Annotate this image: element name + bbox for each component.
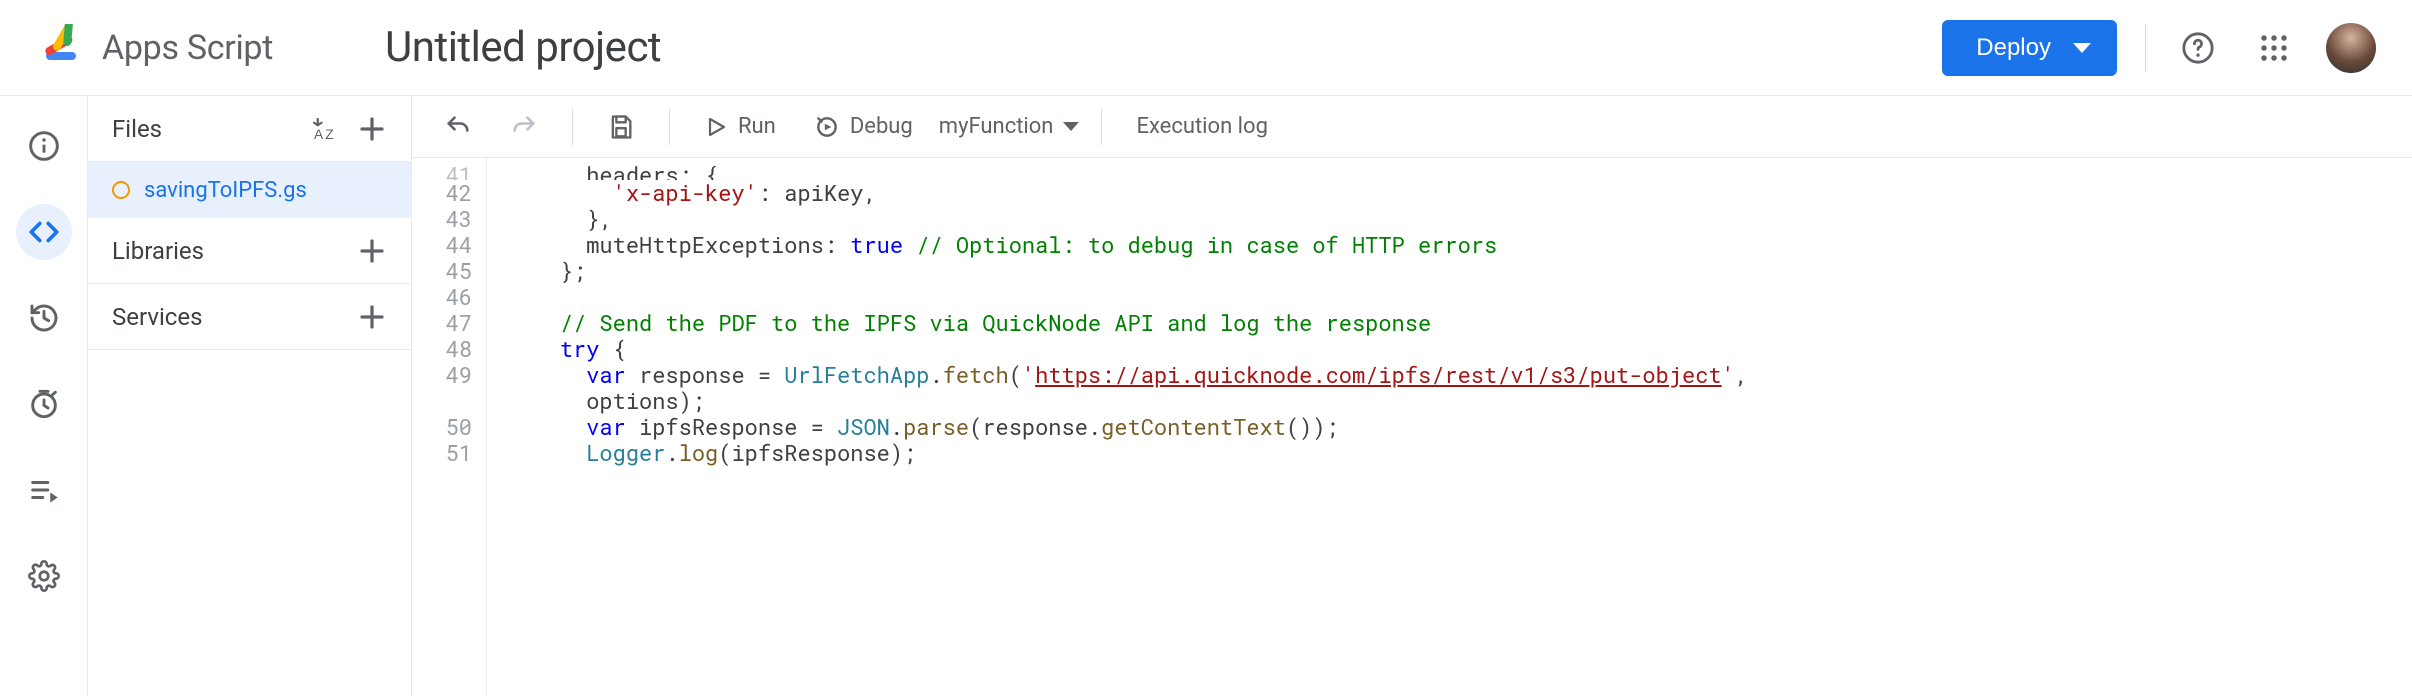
editor-toolbar: Run Debug myFunction Execution log [412, 96, 2412, 158]
add-library-icon[interactable] [357, 236, 387, 266]
undo-button[interactable] [432, 107, 484, 147]
add-file-icon[interactable] [357, 114, 387, 144]
avatar[interactable] [2326, 23, 2376, 73]
add-service-icon[interactable] [357, 302, 387, 332]
code-editor[interactable]: 4142434445464748495051 headers: { 'x-api… [412, 158, 2412, 696]
editor-icon[interactable] [16, 204, 72, 260]
function-select[interactable]: myFunction [939, 114, 1080, 139]
files-panel: Files AZ savingToIPFS.gs Libraries Servi… [88, 96, 412, 696]
redo-button[interactable] [498, 107, 550, 147]
triggers-icon[interactable] [16, 376, 72, 432]
services-row: Services [88, 284, 411, 350]
overview-icon[interactable] [16, 118, 72, 174]
line-gutter: 4142434445464748495051 [412, 158, 486, 696]
chevron-down-icon [2073, 43, 2091, 53]
file-item[interactable]: savingToIPFS.gs [88, 162, 411, 218]
history-icon[interactable] [16, 290, 72, 346]
svg-text:Z: Z [325, 127, 333, 142]
services-label: Services [112, 303, 202, 331]
libraries-row: Libraries [88, 218, 411, 284]
help-icon[interactable] [2174, 24, 2222, 72]
editor-area: Run Debug myFunction Execution log 41424… [412, 96, 2412, 696]
project-title[interactable]: Untitled project [385, 23, 661, 72]
libraries-label: Libraries [112, 237, 204, 265]
run-button[interactable]: Run [692, 108, 788, 145]
brand-text: Apps Script [102, 28, 273, 68]
apps-script-logo-icon [36, 24, 84, 72]
settings-icon[interactable] [16, 548, 72, 604]
svg-text:A: A [314, 127, 324, 142]
deploy-label: Deploy [1976, 34, 2051, 62]
chevron-down-icon [1063, 122, 1079, 131]
file-name: savingToIPFS.gs [144, 178, 307, 203]
execlog-label: Execution log [1136, 114, 1267, 139]
brand[interactable]: Apps Script [36, 24, 273, 72]
executions-icon[interactable] [16, 462, 72, 518]
debug-button[interactable]: Debug [802, 108, 925, 146]
divider [1101, 109, 1102, 145]
files-header: Files AZ [88, 96, 411, 162]
divider [2145, 24, 2146, 72]
execution-log-button[interactable]: Execution log [1124, 108, 1279, 145]
deploy-button[interactable]: Deploy [1942, 20, 2117, 76]
top-bar: Apps Script Untitled project Deploy [0, 0, 2412, 96]
code-content[interactable]: headers: { 'x-api-key': apiKey, }, muteH… [486, 158, 2412, 696]
apps-grid-icon[interactable] [2250, 24, 2298, 72]
debug-label: Debug [850, 114, 913, 139]
unsaved-indicator-icon [112, 181, 130, 199]
save-button[interactable] [595, 107, 647, 147]
function-name: myFunction [939, 114, 1054, 139]
divider [572, 109, 573, 145]
sort-az-icon[interactable]: AZ [309, 114, 339, 144]
run-label: Run [738, 114, 776, 139]
files-label: Files [112, 115, 162, 143]
left-rail [0, 96, 88, 696]
divider [669, 109, 670, 145]
